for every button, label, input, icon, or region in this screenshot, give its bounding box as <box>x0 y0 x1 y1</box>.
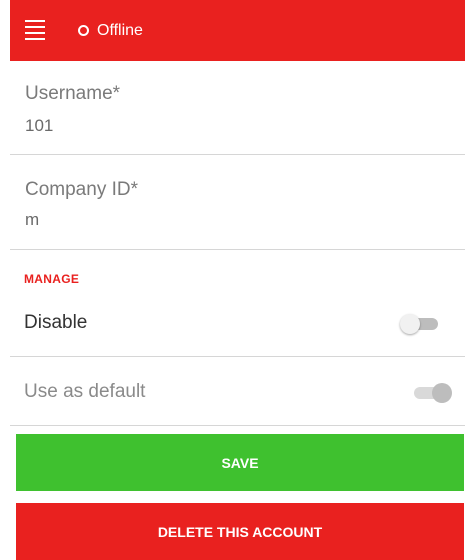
use-as-default-label: Use as default <box>24 381 146 402</box>
delete-account-button[interactable]: DELETE THIS ACCOUNT <box>16 503 464 560</box>
username-value[interactable]: 101 <box>25 116 53 136</box>
company-id-label: Company ID* <box>25 179 138 200</box>
company-id-value[interactable]: m <box>25 210 39 230</box>
username-label: Username* <box>25 83 121 104</box>
offline-status-icon <box>78 25 89 36</box>
top-app-bar: Offline <box>10 0 465 61</box>
connection-status-text: Offline <box>97 22 143 39</box>
hamburger-menu-icon[interactable] <box>25 20 45 40</box>
use-as-default-toggle[interactable] <box>412 381 452 403</box>
disable-toggle-thumb <box>400 314 420 334</box>
disable-toggle[interactable] <box>400 312 440 334</box>
disable-label: Disable <box>24 312 88 333</box>
disable-row[interactable]: Disable <box>10 292 465 357</box>
username-field[interactable]: Username* 101 <box>10 61 465 155</box>
manage-section-title: MANAGE <box>24 272 80 286</box>
use-as-default-toggle-thumb <box>432 383 452 403</box>
save-button[interactable]: SAVE <box>16 434 464 491</box>
use-as-default-row[interactable]: Use as default <box>10 358 465 426</box>
company-id-field[interactable]: Company ID* m <box>10 155 465 250</box>
